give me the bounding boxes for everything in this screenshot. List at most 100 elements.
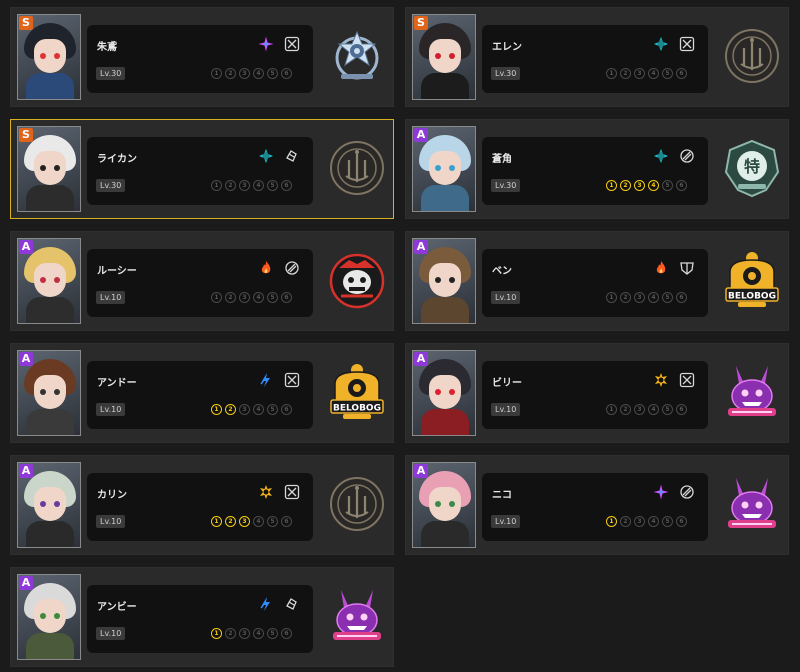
level-badge: Lv.30	[96, 179, 126, 192]
agent-card[interactable]: A ニコ Lv.10 123456	[405, 455, 789, 555]
cinema-dot: 2	[620, 68, 631, 79]
cinema-dot: 2	[225, 292, 236, 303]
cinema-dot: 3	[239, 516, 250, 527]
level-badge: Lv.30	[491, 179, 521, 192]
agent-info-panel: ビリー Lv.10 123456	[482, 361, 708, 429]
agent-name: 朱鳶	[97, 42, 117, 53]
cinema-dot: 6	[676, 180, 687, 191]
agent-info-panel: カリン Lv.10 123456	[87, 473, 313, 541]
cinema-dot: 6	[676, 516, 687, 527]
cinema-dot: 3	[634, 516, 645, 527]
agent-name: アンドー	[97, 378, 137, 389]
portrait-eye	[449, 277, 455, 283]
rank-badge: A	[19, 576, 33, 590]
cinema-dot: 1	[606, 68, 617, 79]
portrait-eye	[40, 53, 46, 59]
physical-attribute-icon	[257, 483, 275, 501]
cinema-dot: 2	[225, 404, 236, 415]
agent-card[interactable]: A ルーシー Lv.10 123456	[10, 231, 394, 331]
svg-text:BELOBOG: BELOBOG	[333, 404, 381, 414]
portrait-eye	[40, 277, 46, 283]
agent-card[interactable]: A アンビー Lv.10 123456	[10, 567, 394, 667]
portrait-eye	[435, 53, 441, 59]
portrait-body	[26, 633, 74, 659]
agent-info-panel: ルーシー Lv.10 123456	[87, 249, 313, 317]
agent-name: カリン	[97, 490, 127, 501]
agent-info-panel: 朱鳶 Lv.30 123456	[87, 25, 313, 93]
cinema-dot: 2	[225, 516, 236, 527]
physical-attribute-icon	[652, 371, 670, 389]
cinema-dot: 2	[620, 404, 631, 415]
cinema-dot: 6	[281, 68, 292, 79]
cinema-dot: 1	[211, 516, 222, 527]
victoria-housekeeping-faction-logo	[327, 474, 387, 534]
cinema-dot: 2	[620, 180, 631, 191]
cinema-dot: 3	[239, 68, 250, 79]
agent-info-panel: エレン Lv.30 123456	[482, 25, 708, 93]
cinema-dot: 4	[648, 68, 659, 79]
victoria-housekeeping-faction-logo	[722, 26, 782, 86]
agent-card[interactable]: S ライカン Lv.30 123456	[10, 119, 394, 219]
cinema-dot: 6	[281, 516, 292, 527]
portrait-body	[421, 297, 469, 323]
level-badge: Lv.10	[96, 515, 126, 528]
agent-info-panel: ニコ Lv.10 123456	[482, 473, 708, 541]
sons-of-calydon-faction-logo	[327, 250, 387, 310]
cinema-dot: 5	[267, 628, 278, 639]
portrait-eye	[40, 501, 46, 507]
fire-attribute-icon	[257, 259, 275, 277]
mindscape-cinema-row: 123456	[606, 516, 687, 527]
support-specialty-icon	[283, 259, 301, 277]
rank-badge: A	[414, 240, 428, 254]
cinema-dot: 4	[648, 404, 659, 415]
portrait-body	[421, 185, 469, 211]
agent-card[interactable]: A ビリー Lv.10 123456	[405, 343, 789, 443]
cunning-hares-faction-logo	[722, 362, 782, 422]
portrait-eye	[54, 389, 60, 395]
agent-card[interactable]: A カリン Lv.10 123456	[10, 455, 394, 555]
belobog-faction-logo: BELOBOG	[722, 250, 782, 310]
agent-info-panel: アンビー Lv.10 123456	[87, 585, 313, 653]
cinema-dot: 5	[662, 180, 673, 191]
portrait-body	[26, 185, 74, 211]
agent-name: ライカン	[97, 154, 137, 165]
cinema-dot: 5	[267, 180, 278, 191]
level-badge: Lv.10	[491, 515, 521, 528]
mindscape-cinema-row: 123456	[211, 628, 292, 639]
cinema-dot: 4	[253, 180, 264, 191]
portrait-face	[34, 39, 66, 73]
agent-card[interactable]: A アンドー Lv.10 123456 BELOBOG	[10, 343, 394, 443]
portrait-eye	[54, 165, 60, 171]
agent-name: アンビー	[97, 602, 137, 613]
stun-specialty-icon	[283, 147, 301, 165]
agent-card[interactable]: S エレン Lv.30 123456	[405, 7, 789, 107]
mindscape-cinema-row: 123456	[606, 292, 687, 303]
agent-name: ニコ	[492, 490, 512, 501]
cinema-dot: 6	[281, 292, 292, 303]
agent-card[interactable]: A 蒼角 Lv.30 123456 特	[405, 119, 789, 219]
cinema-dot: 2	[225, 68, 236, 79]
mindscape-cinema-row: 123456	[211, 516, 292, 527]
cinema-dot: 1	[211, 180, 222, 191]
portrait-eye	[40, 165, 46, 171]
portrait-face	[34, 151, 66, 185]
ether-attribute-icon	[257, 35, 275, 53]
defense-specialty-icon	[678, 259, 696, 277]
cinema-dot: 3	[634, 292, 645, 303]
agent-card[interactable]: S 朱鳶 Lv.30 123456	[10, 7, 394, 107]
cinema-dot: 1	[606, 292, 617, 303]
mindscape-cinema-row: 123456	[606, 180, 687, 191]
rank-badge: S	[19, 128, 33, 142]
portrait-eye	[435, 277, 441, 283]
portrait-face	[34, 263, 66, 297]
mindscape-cinema-row: 123456	[211, 180, 292, 191]
rank-badge: S	[414, 16, 428, 30]
stun-specialty-icon	[283, 595, 301, 613]
portrait-eye	[449, 165, 455, 171]
mindscape-cinema-row: 123456	[211, 68, 292, 79]
electric-attribute-icon	[257, 371, 275, 389]
fire-attribute-icon	[652, 259, 670, 277]
cinema-dot: 4	[253, 68, 264, 79]
agent-card[interactable]: A ベン Lv.10 123456 BELOBOG	[405, 231, 789, 331]
ether-attribute-icon	[652, 483, 670, 501]
